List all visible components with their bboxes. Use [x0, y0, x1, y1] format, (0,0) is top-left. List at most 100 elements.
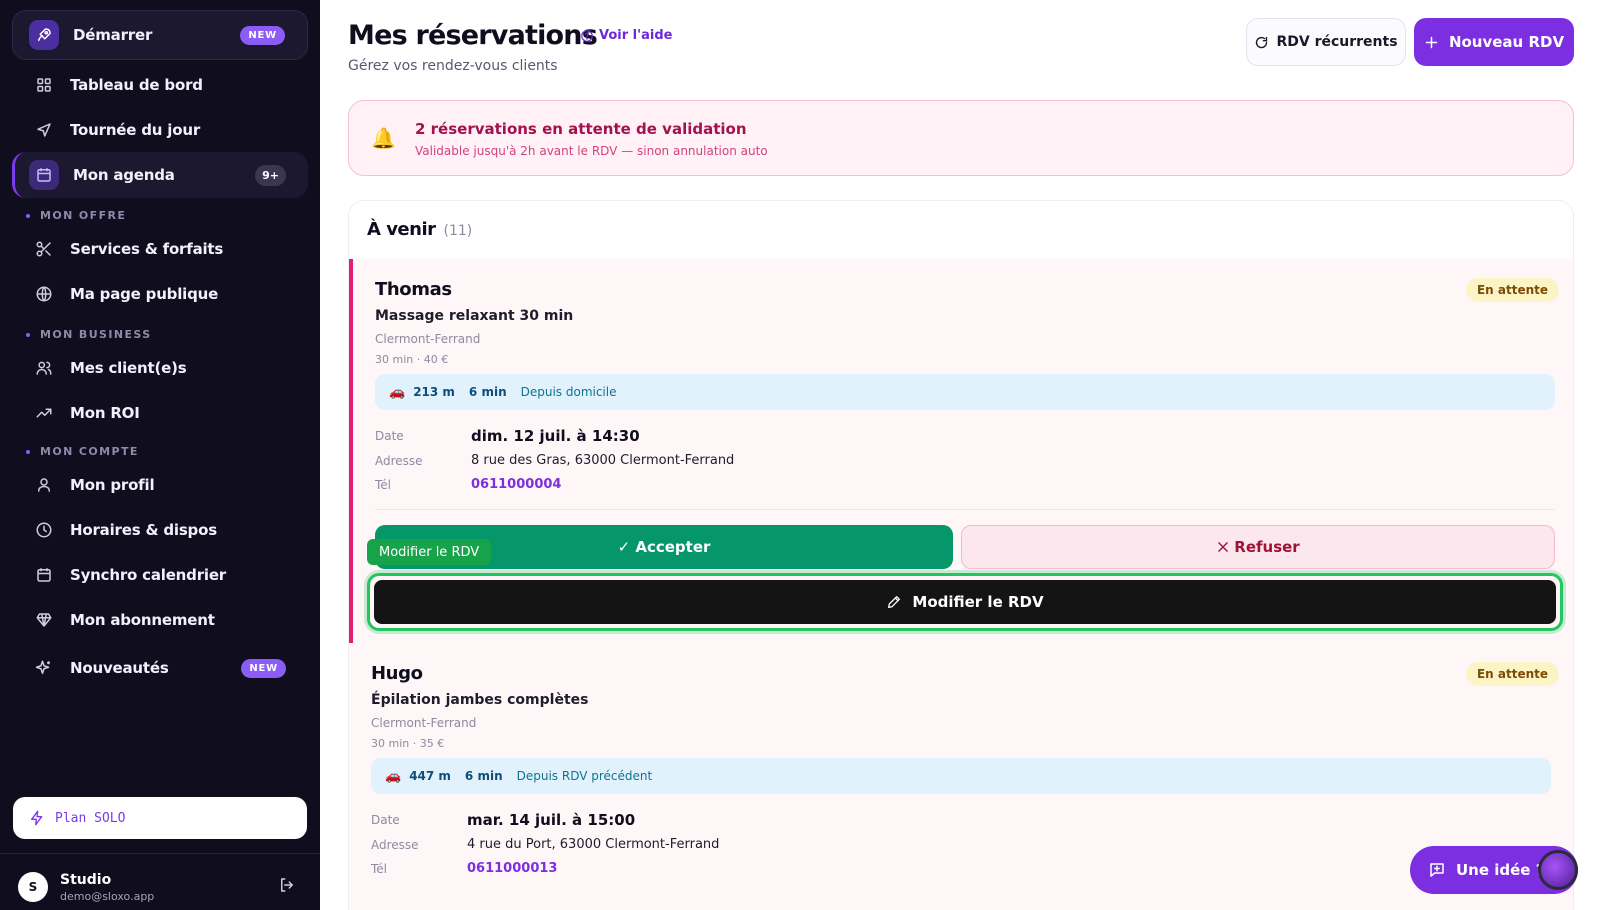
tel-label: Tél	[371, 862, 388, 876]
logout-icon[interactable]	[278, 876, 296, 898]
bell-icon: 🔔	[371, 126, 396, 150]
sidebar-item-label: Tableau de bord	[70, 76, 203, 94]
clock-icon	[34, 520, 54, 540]
plan-button[interactable]: Plan SOLO	[13, 797, 307, 839]
sidebar-item-sync[interactable]: Synchro calendrier	[12, 552, 308, 598]
sidebar-item-label: Nouveautés	[70, 659, 169, 677]
refuse-label: Refuser	[1234, 538, 1300, 556]
status-badge: En attente	[1465, 278, 1559, 302]
booking-address: 4 rue du Port, 63000 Clermont-Ferrand	[467, 837, 720, 852]
travel-origin: Depuis RDV précédent	[516, 769, 653, 783]
recurrent-appointments-button[interactable]: RDV récurrents	[1246, 18, 1406, 66]
main-content: Mes réservations Voir l'aide Gérez vos r…	[320, 0, 1600, 910]
booking-date: dim. 12 juil. à 14:30	[471, 427, 640, 445]
sidebar-item-label: Mes client(e)s	[70, 359, 187, 377]
sidebar-item-tour[interactable]: Tournée du jour	[12, 107, 308, 153]
client-city: Clermont-Ferrand	[375, 332, 481, 346]
rocket-icon	[29, 20, 59, 50]
date-label: Date	[375, 429, 404, 443]
client-name: Hugo	[371, 663, 423, 684]
divider	[375, 509, 1555, 510]
sidebar-item-label: Mon ROI	[70, 404, 140, 422]
new-label: Nouveau RDV	[1448, 33, 1565, 51]
sidebar-item-label: Tournée du jour	[70, 121, 201, 139]
travel-distance: 447 m	[409, 769, 451, 783]
service-name: Massage relaxant 30 min	[375, 308, 574, 324]
car-icon: 🚗	[385, 768, 402, 784]
sparkles-icon	[34, 658, 54, 678]
new-appointment-button[interactable]: Nouveau RDV	[1414, 18, 1574, 66]
help-circle-icon	[581, 29, 593, 42]
pencil-icon	[888, 596, 901, 608]
count-badge: 9+	[255, 164, 286, 186]
booking-item: Thomas Massage relaxant 30 min Clermont-…	[349, 259, 1573, 643]
diamond-icon	[34, 610, 54, 630]
refuse-button[interactable]: Refuser	[961, 525, 1555, 569]
address-label: Adresse	[375, 454, 423, 468]
section-title-offre: MON OFFRE	[26, 209, 126, 222]
user-icon	[34, 475, 54, 495]
service-name: Épilation jambes complètes	[371, 692, 589, 708]
booking-phone[interactable]: 0611000013	[467, 861, 557, 876]
globe-icon	[34, 284, 54, 304]
travel-origin: Depuis domicile	[520, 385, 617, 399]
sidebar-item-start[interactable]: Démarrer NEW	[12, 10, 308, 60]
booking-address: 8 rue des Gras, 63000 Clermont-Ferrand	[471, 453, 735, 468]
sidebar-item-hours[interactable]: Horaires & dispos	[12, 507, 308, 553]
sidebar-item-subscription[interactable]: Mon abonnement	[12, 597, 308, 643]
sidebar: Démarrer NEW Tableau de bord Tournée du …	[0, 0, 320, 910]
sidebar-item-clients[interactable]: Mes client(e)s	[12, 345, 308, 391]
close-icon	[1218, 542, 1229, 552]
sidebar-item-label: Mon profil	[70, 476, 155, 494]
edit-appointment-button[interactable]: Modifier le RDV	[374, 580, 1556, 624]
page-title: Mes réservations	[348, 20, 598, 51]
user-email: demo@sloxo.app	[60, 889, 155, 903]
edit-tooltip: Modifier le RDV	[367, 539, 492, 565]
user-profile[interactable]: S Studio demo@sloxo.app	[18, 870, 302, 904]
alert-title: 2 réservations en attente de validation	[415, 120, 747, 138]
section-title-compte: MON COMPTE	[26, 445, 139, 458]
edit-button-focus-ring: Modifier le RDV	[367, 573, 1563, 631]
booking-item: Hugo Épilation jambes complètes Clermont…	[349, 643, 1573, 910]
calendar-sync-icon	[34, 565, 54, 585]
sidebar-item-news[interactable]: Nouveautés NEW	[12, 645, 308, 691]
avatar: S	[18, 872, 48, 902]
lightning-icon	[31, 810, 43, 826]
sidebar-item-profile[interactable]: Mon profil	[12, 462, 308, 508]
card-header: À venir (11)	[367, 219, 472, 240]
travel-info: 🚗 213 m 6 min Depuis domicile	[375, 374, 1555, 410]
page-subtitle: Gérez vos rendez-vous clients	[348, 58, 558, 74]
sidebar-item-public-page[interactable]: Ma page publique	[12, 271, 308, 317]
sidebar-item-label: Ma page publique	[70, 285, 219, 303]
sidebar-item-label: Démarrer	[73, 26, 153, 44]
sidebar-item-services[interactable]: Services & forfaits	[12, 226, 308, 272]
users-icon	[34, 358, 54, 378]
booking-phone[interactable]: 0611000004	[471, 477, 561, 492]
address-label: Adresse	[371, 838, 419, 852]
tel-label: Tél	[375, 478, 392, 492]
sidebar-item-roi[interactable]: Mon ROI	[12, 390, 308, 436]
status-badge: En attente	[1465, 662, 1559, 686]
sidebar-item-label: Mon abonnement	[70, 611, 215, 629]
plan-label: Plan SOLO	[55, 810, 126, 826]
new-badge: NEW	[240, 25, 285, 45]
sidebar-item-dashboard[interactable]: Tableau de bord	[12, 62, 308, 108]
message-plus-icon	[1430, 863, 1444, 877]
travel-info: 🚗 447 m 6 min Depuis RDV précédent	[371, 758, 1551, 794]
help-link[interactable]: Voir l'aide	[580, 28, 672, 43]
edit-label: Modifier le RDV	[912, 593, 1044, 611]
duration-price: 30 min · 40 €	[375, 353, 449, 366]
sidebar-divider	[0, 853, 320, 854]
sidebar-item-agenda[interactable]: Mon agenda 9+	[12, 152, 308, 198]
travel-distance: 213 m	[413, 385, 455, 399]
travel-duration: 6 min	[464, 769, 503, 783]
travel-duration: 6 min	[468, 385, 507, 399]
help-label: Voir l'aide	[599, 28, 673, 43]
card-count: (11)	[443, 223, 473, 239]
client-name: Thomas	[375, 279, 452, 300]
assistant-avatar-icon[interactable]	[1538, 850, 1578, 890]
car-icon: 🚗	[389, 384, 406, 400]
sidebar-item-label: Horaires & dispos	[70, 521, 217, 539]
calendar-icon	[29, 160, 59, 190]
booking-date: mar. 14 juil. à 15:00	[467, 811, 636, 829]
